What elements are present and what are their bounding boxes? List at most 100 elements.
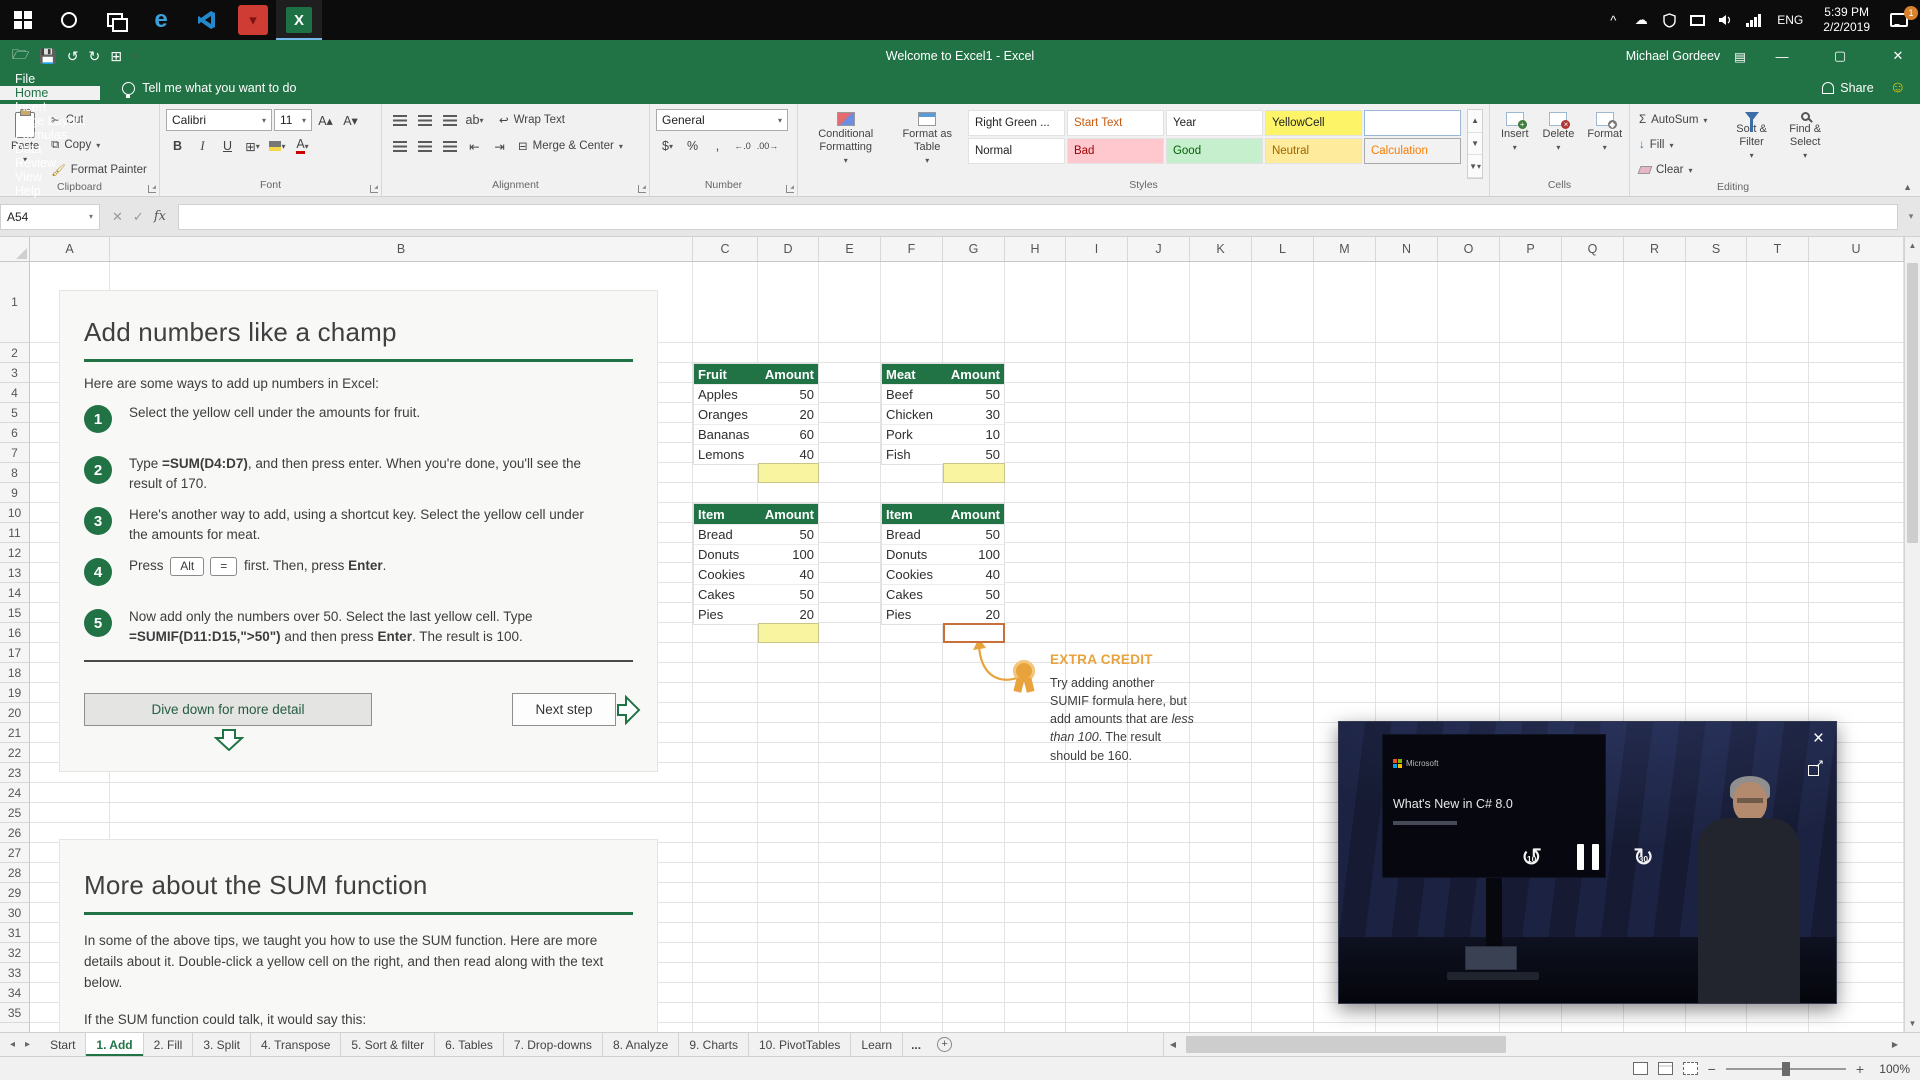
- align-top-icon[interactable]: [388, 109, 411, 131]
- row-header[interactable]: 1: [0, 262, 29, 343]
- table-row[interactable]: Apples50: [694, 384, 818, 404]
- grow-font-icon[interactable]: A▴: [314, 109, 337, 131]
- row-header[interactable]: 12: [0, 543, 29, 563]
- row-header[interactable]: 9: [0, 483, 29, 503]
- row-header[interactable]: 2: [0, 343, 29, 363]
- row-header[interactable]: 21: [0, 723, 29, 743]
- open-icon[interactable]: 🗁: [12, 44, 29, 68]
- increase-indent-icon[interactable]: ⇥: [488, 135, 511, 157]
- sheet-tab[interactable]: 9. Charts: [679, 1033, 749, 1056]
- row-header[interactable]: 11: [0, 523, 29, 543]
- number-format-combo[interactable]: General▾: [656, 109, 788, 131]
- font-size-combo[interactable]: 11▾: [274, 109, 312, 131]
- share-button[interactable]: Share: [1822, 81, 1873, 95]
- row-header[interactable]: 31: [0, 923, 29, 943]
- cell-style-chip[interactable]: Right Green ...: [968, 110, 1065, 136]
- sheet-tab[interactable]: 1. Add: [86, 1033, 143, 1056]
- table-row[interactable]: Bread50: [882, 524, 1004, 544]
- gallery-up-icon[interactable]: ▲: [1468, 110, 1482, 133]
- horizontal-scrollbar[interactable]: ◀ ▶: [1163, 1033, 1904, 1056]
- cell-style-chip[interactable]: Start Text: [1067, 110, 1164, 136]
- column-header[interactable]: C: [693, 237, 758, 261]
- table-row[interactable]: Cookies40: [882, 564, 1004, 584]
- table-row[interactable]: Lemons40: [694, 444, 818, 464]
- row-header[interactable]: 18: [0, 663, 29, 683]
- tray-chevron-icon[interactable]: ^: [1601, 0, 1625, 40]
- column-header[interactable]: Q: [1562, 237, 1624, 261]
- table-row[interactable]: Fish50: [882, 444, 1004, 464]
- next-step-button[interactable]: Next step: [512, 693, 616, 726]
- table-row[interactable]: Oranges20: [694, 404, 818, 424]
- scroll-left-icon[interactable]: ◀: [1164, 1040, 1182, 1049]
- table-header-row[interactable]: ItemAmount: [882, 504, 1004, 524]
- table-row[interactable]: Cakes50: [694, 584, 818, 604]
- more-sheets-indicator[interactable]: ...: [903, 1033, 929, 1056]
- row-header[interactable]: 23: [0, 763, 29, 783]
- ribbon-tab[interactable]: Review: [0, 156, 100, 170]
- ribbon-tab[interactable]: File: [0, 72, 100, 86]
- scroll-up-icon[interactable]: ▲: [1905, 237, 1920, 254]
- font-dialog-launcher-icon[interactable]: [370, 185, 378, 193]
- decrease-decimal-icon[interactable]: .00→: [756, 135, 779, 157]
- column-header[interactable]: T: [1747, 237, 1809, 261]
- clear-button[interactable]: Clear▾: [1636, 159, 1723, 181]
- edge-icon[interactable]: e: [138, 0, 184, 40]
- sheet-tab[interactable]: 8. Analyze: [603, 1033, 679, 1056]
- zoom-out-icon[interactable]: −: [1708, 1061, 1716, 1077]
- save-icon[interactable]: 💾: [39, 48, 56, 65]
- row-header[interactable]: 17: [0, 643, 29, 663]
- clock[interactable]: 5:39 PM 2/2/2019: [1815, 5, 1878, 35]
- underline-button[interactable]: U: [216, 135, 239, 157]
- video-close-icon[interactable]: ×: [1813, 728, 1824, 750]
- font-color-icon[interactable]: A▾: [291, 135, 314, 157]
- font-name-combo[interactable]: Calibri▾: [166, 109, 272, 131]
- table-row[interactable]: Bananas60: [694, 424, 818, 444]
- row-header[interactable]: 13: [0, 563, 29, 583]
- align-right-icon[interactable]: [438, 135, 461, 157]
- vscode-icon[interactable]: [184, 0, 230, 40]
- insert-function-icon[interactable]: fx: [154, 209, 166, 224]
- decrease-indent-icon[interactable]: ⇤: [463, 135, 486, 157]
- column-header[interactable]: N: [1376, 237, 1438, 261]
- column-header[interactable]: H: [1005, 237, 1066, 261]
- orientation-icon[interactable]: ab▾: [463, 109, 486, 131]
- row-header[interactable]: 26: [0, 823, 29, 843]
- align-left-icon[interactable]: [388, 135, 411, 157]
- zoom-slider-thumb[interactable]: [1782, 1062, 1790, 1076]
- cell-style-chip[interactable]: YellowCell: [1265, 110, 1362, 136]
- sheet-tab[interactable]: 4. Transpose: [251, 1033, 341, 1056]
- table-row[interactable]: Chicken30: [882, 404, 1004, 424]
- pop-out-video-icon[interactable]: ↗: [1808, 760, 1824, 776]
- expand-formula-bar-icon[interactable]: ▾: [1902, 211, 1920, 222]
- page-layout-view-icon[interactable]: [1658, 1062, 1673, 1075]
- table-header-row[interactable]: ItemAmount: [694, 504, 818, 524]
- column-header[interactable]: L: [1252, 237, 1314, 261]
- row-header[interactable]: 6: [0, 423, 29, 443]
- table-row[interactable]: Bread50: [694, 524, 818, 544]
- ribbon-tab[interactable]: Help: [0, 184, 100, 198]
- gallery-more-icon[interactable]: ▼▾: [1468, 155, 1482, 178]
- language-indicator[interactable]: ENG: [1769, 13, 1811, 27]
- column-header[interactable]: F: [881, 237, 943, 261]
- sheet-tab[interactable]: 10. PivotTables: [749, 1033, 851, 1056]
- select-all-corner[interactable]: [0, 237, 30, 261]
- cell-style-chip[interactable]: Year: [1166, 110, 1263, 136]
- borders-icon[interactable]: ⊞▾: [241, 135, 264, 157]
- ribbon-tab[interactable]: View: [0, 170, 100, 184]
- column-header[interactable]: E: [819, 237, 881, 261]
- sheet-tab[interactable]: 6. Tables: [435, 1033, 504, 1056]
- extra-credit-selected-cell[interactable]: [943, 623, 1005, 643]
- table-row[interactable]: Beef50: [882, 384, 1004, 404]
- row-header[interactable]: 33: [0, 963, 29, 983]
- merge-center-button[interactable]: ⊟Merge & Center▾: [515, 135, 626, 157]
- down-arrow-icon[interactable]: [214, 729, 244, 751]
- action-center-icon[interactable]: 1: [1882, 0, 1916, 40]
- task-view-icon[interactable]: [92, 0, 138, 40]
- ribbon-tab[interactable]: Data: [0, 142, 100, 156]
- normal-view-icon[interactable]: [1633, 1062, 1648, 1075]
- scroll-down-icon[interactable]: ▼: [1905, 1015, 1920, 1032]
- skip-forward-button[interactable]: ↻30: [1633, 844, 1655, 870]
- align-bottom-icon[interactable]: [438, 109, 461, 131]
- accounting-format-icon[interactable]: $▾: [656, 135, 679, 157]
- column-header[interactable]: P: [1500, 237, 1562, 261]
